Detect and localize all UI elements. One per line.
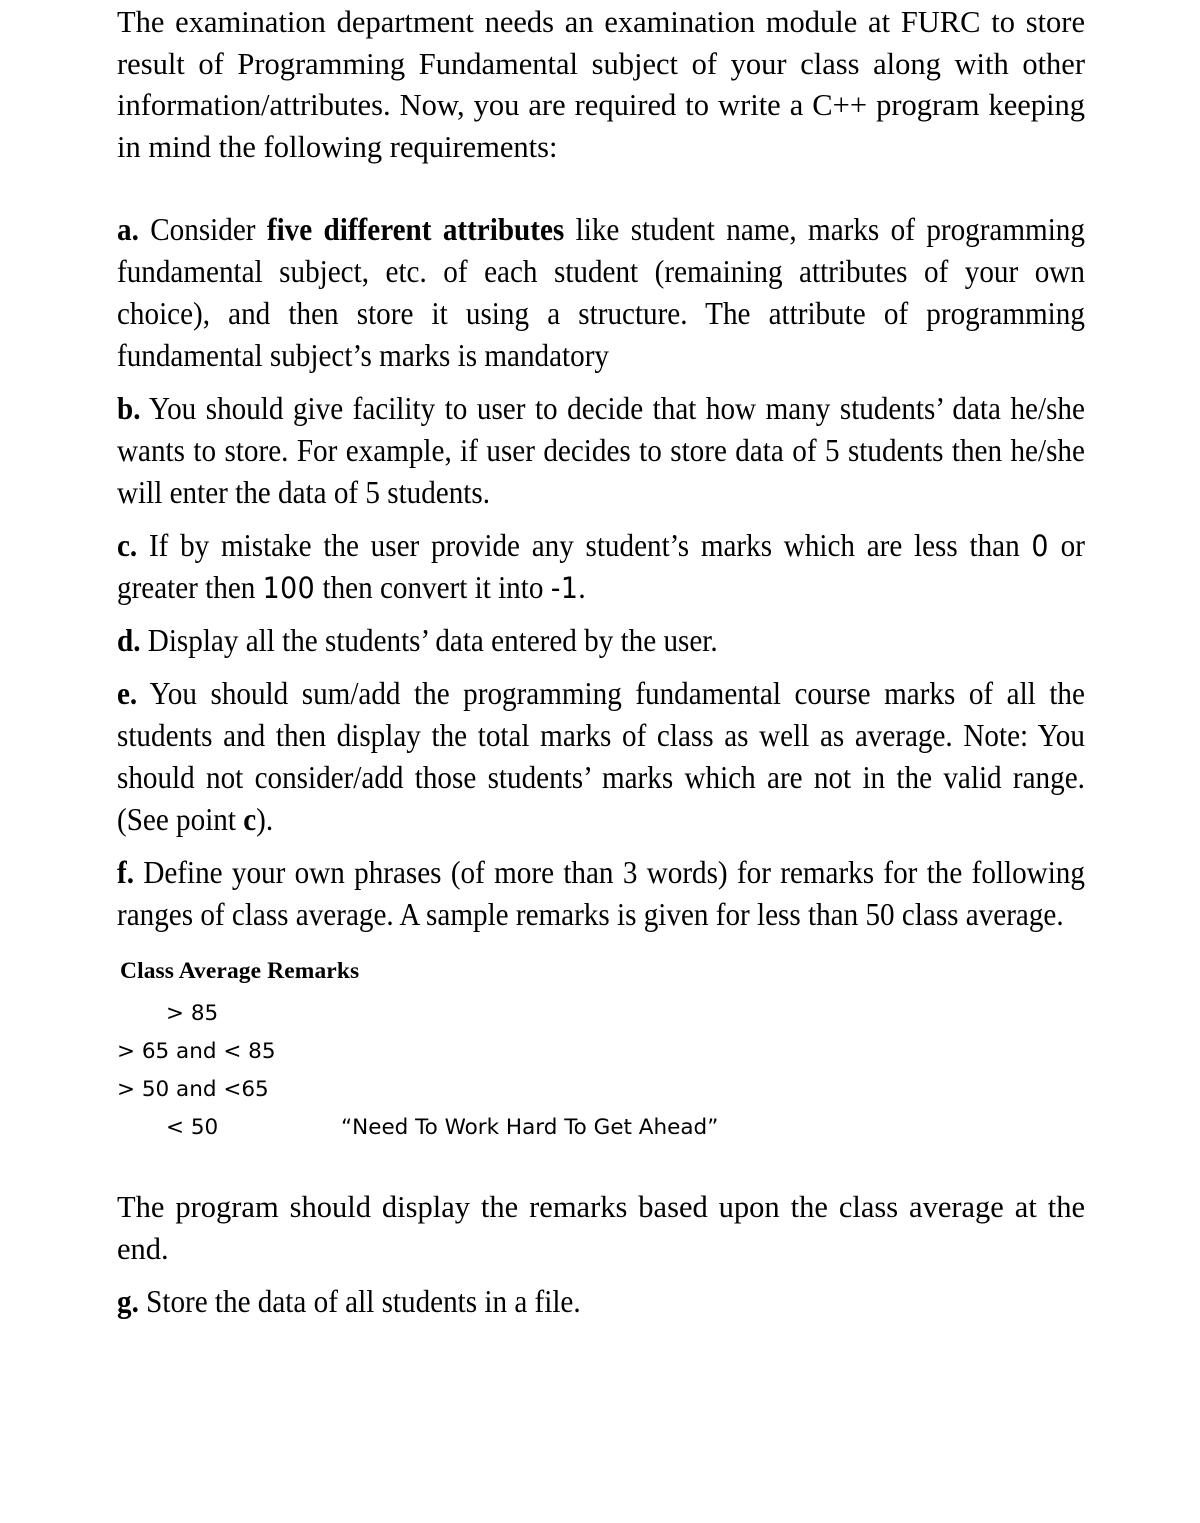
closing-paragraph: The program should display the remarks b…	[117, 1190, 1085, 1266]
item-g-text: Store the data of all students in a file…	[138, 1284, 581, 1319]
item-a-gap-spacer	[117, 377, 1085, 388]
intro-gap-spacer	[117, 168, 1085, 209]
item-c-text-part4: .	[578, 570, 586, 605]
remarks-table-row: < 50 “Need To Work Hard To Get Ahead”	[117, 1109, 1085, 1147]
requirement-item-b: b. You should give facility to user to d…	[117, 388, 1085, 514]
item-d-marker: d.	[117, 623, 141, 658]
item-a-text-before-bold: Consider	[138, 212, 267, 247]
item-e-marker: e.	[117, 676, 138, 711]
remarks-range-cell: < 50	[166, 1115, 219, 1140]
item-d-text: Display all the students’ data entered b…	[140, 623, 718, 658]
requirement-item-c: c. If by mistake the user provide any st…	[117, 525, 1085, 609]
closing-gap-spacer	[117, 1270, 1085, 1281]
item-a-bold-phrase: five different attributes	[266, 212, 565, 247]
item-c-marker: c.	[117, 528, 138, 563]
item-c-min-value: 0	[1031, 529, 1049, 563]
remarks-range-cell: > 85	[166, 1001, 219, 1026]
item-b-text: You should give facility to user to deci…	[117, 391, 1085, 510]
item-f-marker: f.	[117, 855, 134, 890]
item-e-text-after-bold: ).	[256, 802, 274, 837]
remarks-range-cell: > 65 and < 85	[117, 1039, 276, 1064]
item-a-marker: a.	[117, 212, 139, 247]
item-c-sentinel-value: -1	[550, 571, 579, 605]
item-c-text-part3: then convert it into	[315, 570, 551, 605]
remarks-table-row: > 65 and < 85	[117, 1033, 1085, 1071]
item-c-max-value: 100	[262, 571, 316, 605]
requirement-item-g: g. Store the data of all students in a f…	[117, 1281, 1085, 1323]
remarks-table-row: > 50 and <65	[117, 1071, 1085, 1109]
item-e-bold-reference: c	[243, 802, 257, 837]
item-c-gap-spacer	[117, 609, 1085, 620]
requirement-item-d: d. Display all the students’ data entere…	[117, 620, 1085, 662]
requirement-item-e: e. You should sum/add the programming fu…	[117, 673, 1085, 841]
item-b-gap-spacer	[117, 514, 1085, 525]
item-b-marker: b.	[117, 391, 141, 426]
item-d-gap-spacer	[117, 662, 1085, 673]
item-c-text-part1: If by mistake the user provide any stude…	[137, 528, 1032, 563]
table-gap-spacer	[117, 1147, 1085, 1187]
item-f-text: Define your own phrases (of more than 3 …	[117, 855, 1085, 932]
item-g-marker: g.	[117, 1284, 139, 1319]
item-e-gap-spacer	[117, 841, 1085, 852]
remarks-table: Class Average Remarks > 85 > 65 and < 85…	[117, 956, 1085, 1147]
remarks-text-cell: “Need To Work Hard To Get Ahead”	[341, 1115, 719, 1140]
remarks-table-header: Class Average Remarks	[120, 958, 360, 984]
remarks-range-cell: > 50 and <65	[117, 1077, 269, 1102]
requirement-item-f: f. Define your own phrases (of more than…	[117, 852, 1085, 936]
requirement-item-a: a. Consider five different attributes li…	[117, 209, 1085, 377]
remarks-table-row: > 85	[117, 995, 1085, 1033]
intro-paragraph: The examination department needs an exam…	[117, 5, 1085, 164]
document-page: The examination department needs an exam…	[0, 0, 1200, 1523]
